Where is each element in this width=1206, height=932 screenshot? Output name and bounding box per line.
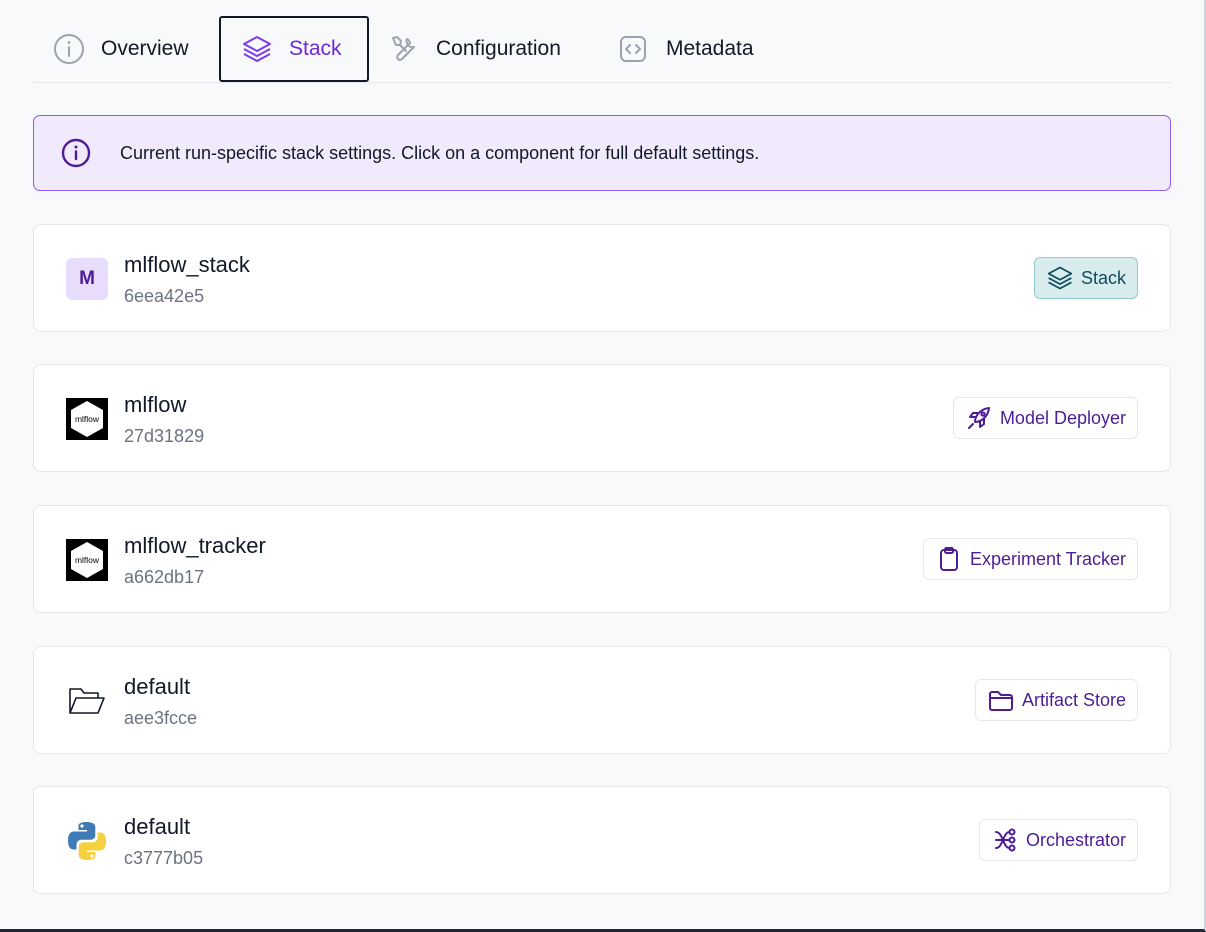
component-type-label: Model Deployer <box>999 407 1126 428</box>
tab-stack-label: Stack <box>289 37 342 60</box>
layers-icon <box>241 33 273 65</box>
component-type-label: Orchestrator <box>1025 829 1126 850</box>
stack-avatar: M <box>66 258 108 300</box>
component-type-badge: Stack <box>1033 257 1138 299</box>
component-id: a662db17 <box>124 567 205 587</box>
component-name: mlflow_tracker <box>124 533 266 558</box>
component-type-badge: Experiment Tracker <box>922 538 1138 580</box>
component-id: c3777b05 <box>124 848 204 868</box>
layers-icon <box>1046 264 1074 292</box>
info-icon <box>53 33 85 65</box>
mlflow-logo-text: mlflow <box>75 414 100 424</box>
info-icon <box>60 137 92 169</box>
component-id: 27d31829 <box>124 426 205 446</box>
folder-icon <box>987 686 1015 714</box>
component-id: aee3fcce <box>124 708 198 728</box>
mlflow-logo: mlflow <box>66 398 108 440</box>
tab-configuration[interactable]: Configuration <box>388 16 618 82</box>
component-type-badge: Artifact Store <box>974 679 1138 721</box>
stack-component-card[interactable]: default aee3fcce Artifact Store <box>33 646 1171 754</box>
stack-panel: Overview Stack Configuration Metadata Cu… <box>0 0 1206 932</box>
component-name: mlflow <box>124 392 187 417</box>
tools-icon <box>388 33 420 65</box>
workflow-icon <box>991 826 1019 854</box>
mlflow-logo-text: mlflow <box>75 555 100 565</box>
component-type-badge: Orchestrator <box>978 819 1138 861</box>
component-type-label: Artifact Store <box>1021 689 1126 710</box>
stack-component-card[interactable]: mlflow mlflow 27d31829 Model Deployer <box>33 364 1171 472</box>
component-id: 6eea42e5 <box>124 286 205 306</box>
info-banner: Current run-specific stack settings. Cli… <box>33 115 1171 191</box>
clipboard-icon <box>935 545 963 573</box>
component-name: default <box>124 674 191 699</box>
tab-stack[interactable]: Stack <box>219 16 369 82</box>
component-type-label: Stack <box>1080 267 1126 288</box>
rocket-icon <box>965 404 993 432</box>
stack-component-card[interactable]: default c3777b05 Orchestrator <box>33 786 1171 894</box>
stack-component-card[interactable]: M mlflow_stack 6eea42e5 Stack <box>33 224 1171 332</box>
stack-component-card[interactable]: mlflow mlflow_tracker a662db17 Experimen… <box>33 505 1171 613</box>
component-type-label: Experiment Tracker <box>969 548 1126 569</box>
component-name: mlflow_stack <box>124 252 250 277</box>
tab-overview[interactable]: Overview <box>33 16 219 82</box>
tab-bar: Overview Stack Configuration Metadata <box>33 16 1171 83</box>
tab-metadata-label: Metadata <box>666 37 754 60</box>
python-logo <box>66 820 108 862</box>
component-type-badge: Model Deployer <box>952 397 1138 439</box>
code-brackets-icon <box>618 34 648 64</box>
info-banner-text: Current run-specific stack settings. Cli… <box>120 142 760 163</box>
open-folder-icon <box>66 680 108 722</box>
tab-overview-label: Overview <box>101 37 189 60</box>
tab-metadata[interactable]: Metadata <box>618 16 778 82</box>
mlflow-logo: mlflow <box>66 539 108 581</box>
tab-configuration-label: Configuration <box>436 37 561 60</box>
component-name: default <box>124 814 191 839</box>
stack-avatar-letter: M <box>66 258 108 300</box>
